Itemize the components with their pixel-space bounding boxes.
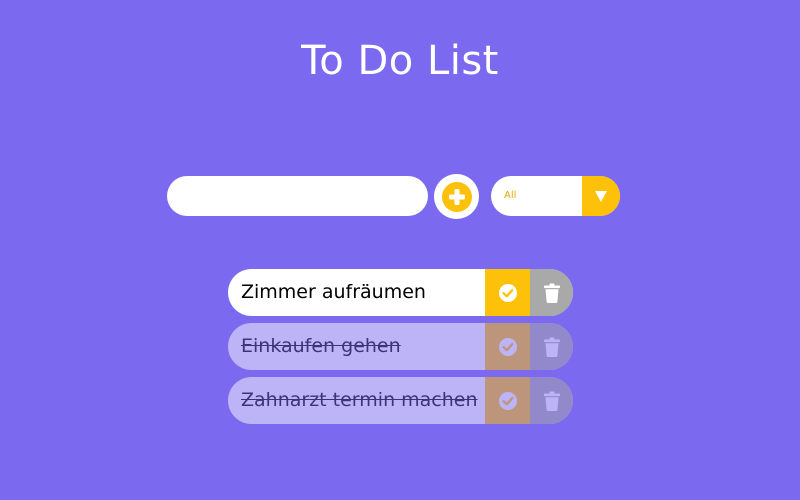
complete-button[interactable] [485,323,530,370]
caret-down-icon [595,190,607,202]
check-circle-icon [498,391,517,410]
trash-icon [543,283,560,303]
todo-text: Zahnarzt termin machen [241,389,478,411]
plus-circle-icon [441,181,472,212]
todo-input[interactable] [167,176,428,216]
trash-icon [543,391,560,411]
filter-dropdown-toggle[interactable] [582,176,620,216]
filter-select[interactable]: All [491,176,620,216]
delete-button[interactable] [530,323,573,370]
delete-button[interactable] [530,269,573,316]
filter-selected-value: All [504,190,517,201]
todo-item: Zahnarzt termin machen [228,377,573,424]
todo-list: Zimmer aufräumen Einkaufen gehen Zahnarz… [228,269,573,431]
complete-button[interactable] [485,377,530,424]
todo-text: Einkaufen gehen [241,335,401,357]
check-circle-icon [498,283,517,302]
page-title: To Do List [301,38,499,84]
delete-button[interactable] [530,377,573,424]
complete-button[interactable] [485,269,530,316]
check-circle-icon [498,337,517,356]
todo-item: Zimmer aufräumen [228,269,573,316]
add-todo-button[interactable] [434,174,479,219]
todo-item: Einkaufen gehen [228,323,573,370]
trash-icon [543,337,560,357]
todo-text: Zimmer aufräumen [241,281,426,303]
